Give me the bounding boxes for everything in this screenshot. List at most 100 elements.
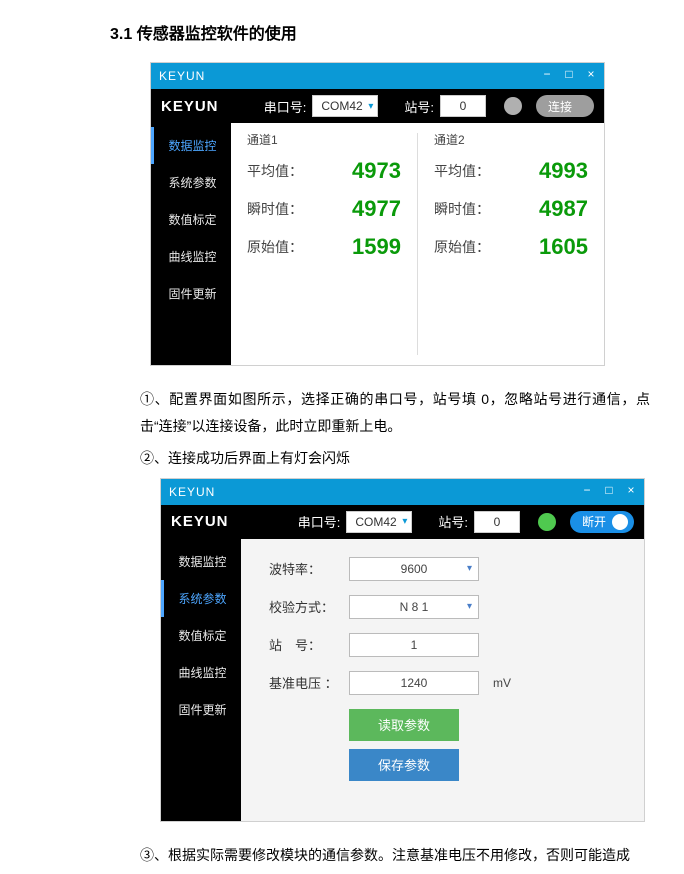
row-avg-1: 平均值： 4973 — [247, 158, 401, 184]
chevron-down-icon: ▾ — [368, 101, 373, 112]
channel-1-title: 通道1 — [247, 131, 401, 148]
app-window-2: KEYUN − □ × KEYUN 串口号: COM42 ▾ 站号: 0 断开 — [160, 478, 645, 822]
instruction-2: ②、连接成功后界面上有灯会闪烁 — [140, 445, 650, 472]
minimize-icon[interactable]: − — [580, 483, 594, 497]
sidebar: 数据监控 系统参数 数值标定 曲线监控 固件更新 — [151, 123, 231, 365]
connection-bar: KEYUN 串口号: COM42 ▾ 站号: 0 连接 — [151, 89, 604, 123]
baud-select[interactable]: 9600 ▾ — [349, 557, 479, 581]
row-refvolt: 基准电压 ： 1240 mV — [269, 671, 616, 695]
status-led — [504, 97, 522, 115]
section-heading: 3.1 传感器监控软件的使用 — [40, 20, 644, 44]
baud-value: 9600 — [401, 562, 428, 576]
app-window-1: KEYUN − □ × KEYUN 串口号: COM42 ▾ 站号: 0 连接 — [150, 62, 605, 366]
value-avg-2: 4993 — [539, 158, 588, 184]
row-raw-1: 原始值： 1599 — [247, 234, 401, 260]
refvolt-unit: mV — [493, 676, 511, 690]
sidebar-item-data-monitor[interactable]: 数据监控 — [161, 543, 241, 580]
station-input[interactable]: 1 — [349, 633, 479, 657]
app-body: 数据监控 系统参数 数值标定 曲线监控 固件更新 波特率： 9600 ▾ 校验方… — [161, 539, 644, 821]
label-inst: 瞬时值： — [247, 199, 303, 219]
port-select[interactable]: COM42 ▾ — [346, 511, 412, 533]
sidebar-item-firmware[interactable]: 固件更新 — [151, 275, 231, 312]
app-logo: KEYUN — [171, 513, 229, 530]
station-label: 站 号： — [269, 635, 341, 654]
instruction-1: ①、配置界面如图所示，选择正确的串口号，站号填 0，忽略站号进行通信，点击“连接… — [140, 386, 650, 439]
toggle-knob-icon — [612, 514, 628, 530]
sidebar: 数据监控 系统参数 数值标定 曲线监控 固件更新 — [161, 539, 241, 821]
sidebar-item-curve-monitor[interactable]: 曲线监控 — [161, 654, 241, 691]
read-params-button[interactable]: 读取参数 — [349, 709, 459, 741]
refvolt-input[interactable]: 1240 — [349, 671, 479, 695]
label-avg: 平均值： — [247, 161, 303, 181]
refvolt-label: 基准电压 ： — [269, 673, 341, 692]
row-avg-2: 平均值： 4993 — [434, 158, 588, 184]
connection-bar: KEYUN 串口号: COM42 ▾ 站号: 0 断开 — [161, 505, 644, 539]
station-label: 站号: — [438, 512, 468, 531]
row-inst-2: 瞬时值： 4987 — [434, 196, 588, 222]
connect-toggle[interactable]: 连接 — [536, 95, 594, 117]
chevron-down-icon: ▾ — [467, 601, 472, 612]
sidebar-item-curve-monitor[interactable]: 曲线监控 — [151, 238, 231, 275]
titlebar: KEYUN − □ × — [161, 479, 644, 505]
chevron-down-icon: ▾ — [402, 516, 407, 527]
row-inst-1: 瞬时值： 4977 — [247, 196, 401, 222]
sidebar-item-calibration[interactable]: 数值标定 — [161, 617, 241, 654]
params-panel: 波特率： 9600 ▾ 校验方式： N 8 1 ▾ 站 号： 1 — [241, 539, 644, 821]
station-value: 1 — [411, 638, 418, 652]
maximize-icon[interactable]: □ — [602, 483, 616, 497]
save-params-button[interactable]: 保存参数 — [349, 749, 459, 781]
disconnect-toggle[interactable]: 断开 — [570, 511, 634, 533]
port-label: 串口号: — [264, 97, 307, 116]
value-inst-2: 4987 — [539, 196, 588, 222]
port-label: 串口号: — [298, 512, 341, 531]
channel-2: 通道2 平均值： 4993 瞬时值： 4987 原始值： 1605 — [418, 123, 604, 365]
row-check: 校验方式： N 8 1 ▾ — [269, 595, 616, 619]
sidebar-item-data-monitor[interactable]: 数据监控 — [151, 127, 231, 164]
check-select[interactable]: N 8 1 ▾ — [349, 595, 479, 619]
label-raw: 原始值： — [247, 237, 303, 257]
station-value: 0 — [460, 99, 467, 113]
check-label: 校验方式： — [269, 597, 341, 616]
disconnect-label: 断开 — [582, 513, 606, 530]
row-baud: 波特率： 9600 ▾ — [269, 557, 616, 581]
port-select[interactable]: COM42 ▾ — [312, 95, 378, 117]
app-logo: KEYUN — [161, 98, 219, 115]
baud-label: 波特率： — [269, 559, 341, 578]
content-panel: 通道1 平均值： 4973 瞬时值： 4977 原始值： 1599 通道2 平均值： 4… — [231, 123, 604, 365]
value-raw-1: 1599 — [352, 234, 401, 260]
minimize-icon[interactable]: − — [540, 67, 554, 81]
label-raw: 原始值： — [434, 237, 490, 257]
value-avg-1: 4973 — [352, 158, 401, 184]
label-avg: 平均值： — [434, 161, 490, 181]
instruction-3: ③、根据实际需要修改模块的通信参数。注意基准电压不用修改，否则可能造成 — [140, 842, 650, 869]
station-input[interactable]: 0 — [440, 95, 486, 117]
window-controls: − □ × — [580, 483, 638, 497]
port-value: COM42 — [321, 99, 362, 113]
refvolt-value: 1240 — [401, 676, 428, 690]
value-inst-1: 4977 — [352, 196, 401, 222]
sidebar-item-system-params[interactable]: 系统参数 — [151, 164, 231, 201]
port-value: COM42 — [355, 515, 396, 529]
window-title: KEYUN — [159, 69, 205, 83]
sidebar-item-system-params[interactable]: 系统参数 — [161, 580, 241, 617]
close-icon[interactable]: × — [584, 67, 598, 81]
maximize-icon[interactable]: □ — [562, 67, 576, 81]
sidebar-item-calibration[interactable]: 数值标定 — [151, 201, 231, 238]
button-group: 读取参数 保存参数 — [349, 709, 616, 781]
sidebar-item-firmware[interactable]: 固件更新 — [161, 691, 241, 728]
channel-2-title: 通道2 — [434, 131, 588, 148]
window-title: KEYUN — [169, 485, 215, 499]
titlebar: KEYUN − □ × — [151, 63, 604, 89]
row-station: 站 号： 1 — [269, 633, 616, 657]
station-input[interactable]: 0 — [474, 511, 520, 533]
channel-1: 通道1 平均值： 4973 瞬时值： 4977 原始值： 1599 — [231, 123, 417, 365]
label-inst: 瞬时值： — [434, 199, 490, 219]
connect-label: 连接 — [548, 98, 572, 115]
status-led — [538, 513, 556, 531]
close-icon[interactable]: × — [624, 483, 638, 497]
chevron-down-icon: ▾ — [467, 563, 472, 574]
window-controls: − □ × — [540, 67, 598, 81]
check-value: N 8 1 — [400, 600, 429, 614]
value-raw-2: 1605 — [539, 234, 588, 260]
station-label: 站号: — [404, 97, 434, 116]
